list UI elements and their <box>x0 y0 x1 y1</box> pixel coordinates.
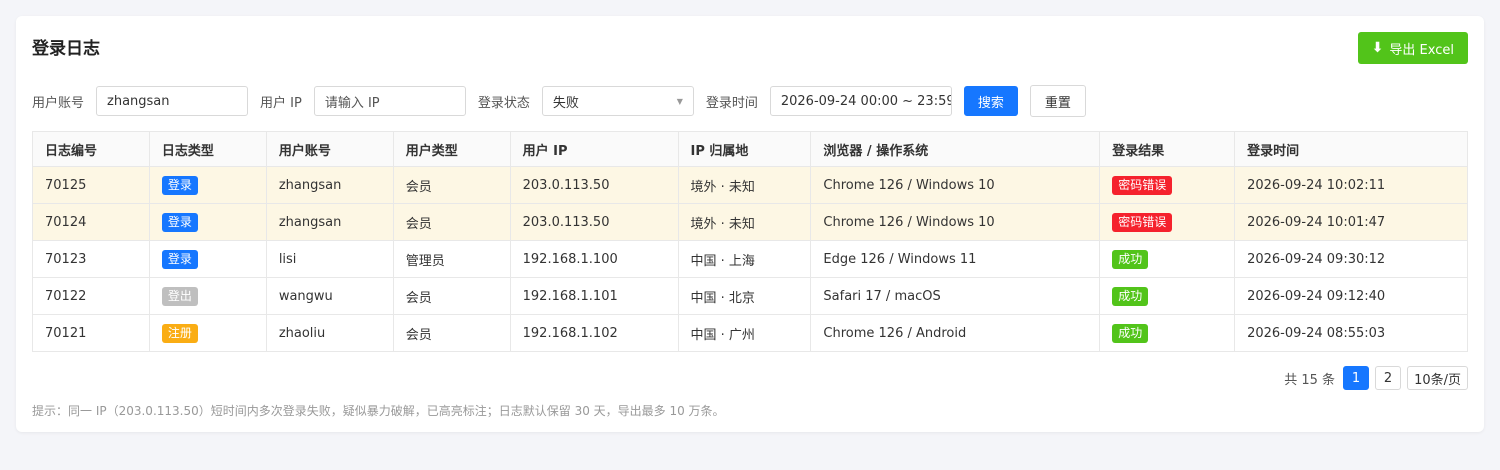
pagination: 共 15 条 12 10条/页 <box>1284 366 1468 390</box>
user-ip-cell: 192.168.1.101 <box>509 277 679 315</box>
table-row: 70121 注册 zhaoliu 会员 192.168.1.102 中国 · 广州 Chro… <box>32 314 1468 352</box>
page-button[interactable]: 2 <box>1375 366 1402 390</box>
account-cell: zhaoliu <box>265 314 394 352</box>
user-ip-cell: 203.0.113.50 <box>509 203 679 241</box>
login-result-cell: 密码错误 <box>1099 203 1236 241</box>
user-type-cell: 会员 <box>392 166 511 204</box>
table-header-row: 日志编号 日志类型 用户账号 用户类型 用户 IP IP 归属地 浏览器 / 操作系统 登录结… <box>32 131 1468 167</box>
account-cell: zhangsan <box>265 203 394 241</box>
login-time-cell: 2026-09-24 09:12:40 <box>1234 277 1468 315</box>
account-cell: zhangsan <box>265 166 394 204</box>
table-row: 70123 登录 lisi 管理员 192.168.1.100 中国 · 上海 Edge 1… <box>32 240 1468 278</box>
login-result-cell: 成功 <box>1099 240 1236 278</box>
export-label: 导出 Excel <box>1389 42 1454 58</box>
login-log-table: 日志编号 日志类型 用户账号 用户类型 用户 IP IP 归属地 浏览器 / 操作系统 登录结… <box>32 131 1468 352</box>
log-type-cell: 注册 <box>148 314 267 352</box>
filter-bar: 用户账号 zhangsan 用户 IP 请输入 IP 登录状态 失败 ▼ 登录时… <box>32 85 1086 117</box>
chevron-down-icon: ▼ <box>676 96 683 106</box>
log-type-tag: 注册 <box>161 323 198 343</box>
search-button[interactable]: 搜索 <box>963 86 1018 116</box>
result-badge: 成功 <box>1112 286 1149 306</box>
login-time-cell: 2026-09-24 08:55:03 <box>1234 314 1468 352</box>
column-header: 用户类型 <box>392 131 511 167</box>
log-type-tag: 登录 <box>161 212 198 232</box>
table-row: 70125 登录 zhangsan 会员 203.0.113.50 境外 · 未知 Chro… <box>32 166 1468 204</box>
column-header: 日志编号 <box>32 131 150 167</box>
column-header: 登录时间 <box>1234 131 1468 167</box>
ip-label: 用户 IP <box>260 95 302 111</box>
reset-button[interactable]: 重置 <box>1029 85 1086 117</box>
log-type-cell: 登录 <box>148 203 267 241</box>
account-input[interactable]: zhangsan <box>96 86 249 116</box>
account-cell: wangwu <box>265 277 394 315</box>
login-result-cell: 成功 <box>1099 277 1236 315</box>
log-type-cell: 登出 <box>148 277 267 315</box>
pagination-total: 共 15 条 <box>1284 372 1336 388</box>
login-result-cell: 密码错误 <box>1099 166 1236 204</box>
column-header: 浏览器 / 操作系统 <box>810 131 1101 167</box>
column-header: IP 归属地 <box>677 131 812 167</box>
user-type-cell: 管理员 <box>392 240 511 278</box>
log-type-tag: 登录 <box>161 175 198 195</box>
column-header: 登录结果 <box>1099 131 1236 167</box>
page-size-select[interactable]: 10条/页 <box>1407 366 1468 390</box>
browser-os-cell: Edge 126 / Windows 11 <box>810 240 1101 278</box>
log-type-tag: 登出 <box>161 286 198 306</box>
result-badge: 成功 <box>1112 323 1149 343</box>
ip-location-cell: 中国 · 广州 <box>677 314 812 352</box>
user-ip-cell: 203.0.113.50 <box>509 166 679 204</box>
log-type-cell: 登录 <box>148 166 267 204</box>
time-range-input[interactable]: 2026-09-24 00:00 ~ 23:59 <box>769 86 952 116</box>
log-id-cell: 70123 <box>32 240 150 278</box>
login-time-cell: 2026-09-24 10:01:47 <box>1234 203 1468 241</box>
column-header: 用户 IP <box>509 131 679 167</box>
log-id-cell: 70124 <box>32 203 150 241</box>
log-type-cell: 登录 <box>148 240 267 278</box>
user-type-cell: 会员 <box>392 203 511 241</box>
browser-os-cell: Safari 17 / macOS <box>810 277 1101 315</box>
account-cell: lisi <box>265 240 394 278</box>
user-ip-cell: 192.168.1.100 <box>509 240 679 278</box>
time-label: 登录时间 <box>705 95 758 111</box>
export-excel-button[interactable]: ⬇ 导出 Excel <box>1357 32 1468 64</box>
login-result-cell: 成功 <box>1099 314 1236 352</box>
log-type-tag: 登录 <box>161 249 198 269</box>
browser-os-cell: Chrome 126 / Android <box>810 314 1101 352</box>
download-icon: ⬇ <box>1371 40 1384 56</box>
column-header: 用户账号 <box>265 131 394 167</box>
login-time-cell: 2026-09-24 09:30:12 <box>1234 240 1468 278</box>
user-ip-cell: 192.168.1.102 <box>509 314 679 352</box>
ip-input[interactable]: 请输入 IP <box>313 86 466 116</box>
log-id-cell: 70122 <box>32 277 150 315</box>
result-badge: 成功 <box>1112 249 1149 269</box>
login-log-card: 登录日志 ⬇ 导出 Excel 用户账号 zhangsan 用户 IP 请输入 … <box>16 16 1484 432</box>
column-header: 日志类型 <box>148 131 267 167</box>
user-type-cell: 会员 <box>392 314 511 352</box>
login-time-cell: 2026-09-24 10:02:11 <box>1234 166 1468 204</box>
browser-os-cell: Chrome 126 / Windows 10 <box>810 203 1101 241</box>
ip-location-cell: 中国 · 上海 <box>677 240 812 278</box>
ip-location-cell: 境外 · 未知 <box>677 203 812 241</box>
status-select[interactable]: 失败 ▼ <box>541 86 694 116</box>
user-type-cell: 会员 <box>392 277 511 315</box>
status-label: 登录状态 <box>477 95 530 111</box>
pagination-pages: 12 <box>1343 366 1402 390</box>
log-id-cell: 70121 <box>32 314 150 352</box>
table-row: 70122 登出 wangwu 会员 192.168.1.101 中国 · 北京 Safar… <box>32 277 1468 315</box>
result-badge: 密码错误 <box>1112 175 1173 195</box>
ip-location-cell: 境外 · 未知 <box>677 166 812 204</box>
log-id-cell: 70125 <box>32 166 150 204</box>
browser-os-cell: Chrome 126 / Windows 10 <box>810 166 1101 204</box>
page-title: 登录日志 <box>32 39 100 59</box>
table-row: 70124 登录 zhangsan 会员 203.0.113.50 境外 · 未知 Chro… <box>32 203 1468 241</box>
result-badge: 密码错误 <box>1112 212 1173 232</box>
account-label: 用户账号 <box>32 95 85 111</box>
page-button[interactable]: 1 <box>1343 366 1370 390</box>
hint-text: 提示：同一 IP（203.0.113.50）短时间内多次登录失败，疑似暴力破解，… <box>32 404 725 418</box>
status-select-value: 失败 <box>552 95 579 111</box>
table-body: 70125 登录 zhangsan 会员 203.0.113.50 境外 · 未知 Chro… <box>32 166 1468 352</box>
ip-location-cell: 中国 · 北京 <box>677 277 812 315</box>
